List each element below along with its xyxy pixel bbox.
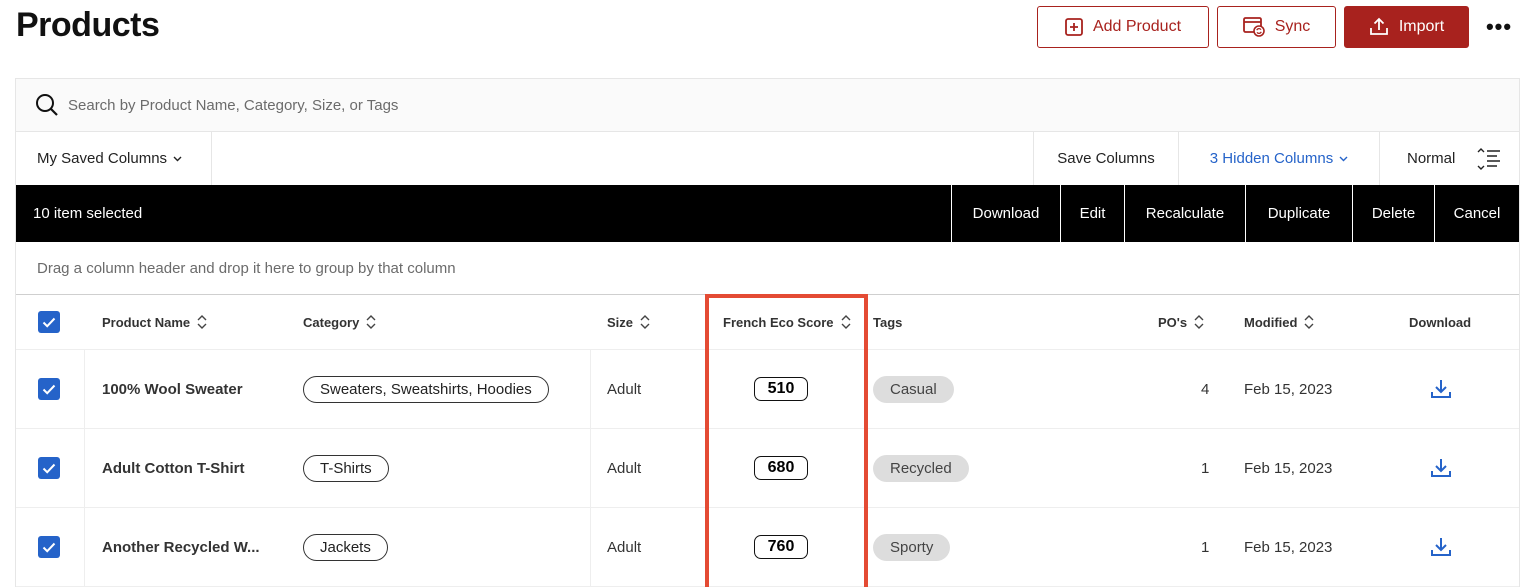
product-name[interactable]: 100% Wool Sweater [102,350,243,428]
header-size[interactable]: Size [607,295,651,349]
eco-score-badge: 680 [754,456,808,480]
checkmark-icon [42,463,56,474]
category-pill: T-Shirts [303,454,389,482]
download-icon[interactable] [1429,535,1453,559]
chevron-down-icon [173,156,182,161]
row-checkbox[interactable] [38,378,60,400]
header-label: Tags [873,314,903,330]
hidden-columns-label: 3 Hidden Columns [1209,150,1334,167]
header-tags[interactable]: Tags [873,295,902,349]
sort-icon [1304,315,1314,329]
sort-icon [197,315,207,329]
header-pos[interactable]: PO's [1158,295,1205,349]
sort-icon [841,315,851,329]
eco-score-badge: 760 [754,535,808,559]
selected-count: 10 item selected [33,205,143,222]
more-options-icon[interactable]: ••• [1484,14,1514,40]
eco-score-badge: 510 [754,377,808,401]
header-label: Modified [1244,314,1298,330]
header-label: PO's [1158,314,1188,330]
sort-icon [1194,315,1204,329]
column-toolbar: My Saved Columns Save Columns 3 Hidden C… [16,132,1519,185]
header-label: French Eco Score [723,314,834,330]
import-button[interactable]: Import [1344,6,1469,48]
select-all-cell [38,295,60,349]
chevron-down-icon [1339,156,1348,161]
group-by-dropzone[interactable]: Drag a column header and drop it here to… [16,242,1519,295]
density-dropdown[interactable]: Normal [1379,132,1521,185]
pos-count: 1 [1201,538,1210,556]
selection-action-bar: 10 item selected Download Edit Recalcula… [16,185,1519,242]
add-product-label: Add Product [1092,18,1182,35]
row-checkbox[interactable] [38,457,60,479]
modified-date: Feb 15, 2023 [1244,538,1333,556]
header-label: Download [1409,314,1472,330]
header-french-eco-score[interactable]: French Eco Score [723,295,852,349]
sort-icon [640,315,650,329]
product-name[interactable]: Another Recycled W... [102,508,260,586]
header-label: Product Name [102,314,191,330]
download-icon[interactable] [1429,456,1453,480]
sync-label: Sync [1274,18,1311,35]
duplicate-selected-button[interactable]: Duplicate [1245,185,1352,242]
modified-date: Feb 15, 2023 [1244,380,1333,398]
header-modified[interactable]: Modified [1244,295,1315,349]
size-value: Adult [607,538,642,556]
category-pill: Sweaters, Sweatshirts, Hoodies [303,375,549,403]
sync-icon [1242,17,1265,37]
checkmark-icon [42,542,56,553]
table-header-row: Product Name Category Size French Eco Sc… [16,295,1519,350]
saved-columns-label: My Saved Columns [37,150,168,167]
save-columns-button[interactable]: Save Columns [1033,132,1178,185]
density-list-icon [1477,147,1501,170]
size-value: Adult [607,380,642,398]
tag-pill: Sporty [873,533,951,561]
cancel-selection-button[interactable]: Cancel [1434,185,1519,242]
saved-columns-dropdown[interactable]: My Saved Columns [16,132,212,185]
tag-pill: Recycled [873,454,969,482]
search-icon [36,94,58,116]
table-row[interactable]: Adult Cotton T-Shirt T-Shirts Adult 680 … [16,429,1519,508]
header-label: Category [303,314,360,330]
products-panel: My Saved Columns Save Columns 3 Hidden C… [15,78,1520,587]
product-name[interactable]: Adult Cotton T-Shirt [102,429,244,507]
table-row[interactable]: Another Recycled W... Jackets Adult 760 … [16,508,1519,587]
download-selected-button[interactable]: Download [951,185,1060,242]
header-product-name[interactable]: Product Name [102,295,208,349]
add-product-button[interactable]: Add Product [1037,6,1209,48]
sync-button[interactable]: Sync [1217,6,1336,48]
delete-selected-button[interactable]: Delete [1352,185,1434,242]
search-input[interactable] [68,96,968,114]
recalculate-selected-button[interactable]: Recalculate [1124,185,1245,242]
search-bar [16,79,1519,132]
download-icon[interactable] [1429,377,1453,401]
header-download: Download [1409,295,1471,349]
modified-date: Feb 15, 2023 [1244,459,1333,477]
size-value: Adult [607,459,642,477]
header-label: Size [607,314,634,330]
plus-square-icon [1065,18,1083,36]
table-row[interactable]: 100% Wool Sweater Sweaters, Sweatshirts,… [16,350,1519,429]
category-pill: Jackets [303,533,388,561]
header-category[interactable]: Category [303,295,377,349]
row-checkbox[interactable] [38,536,60,558]
edit-selected-button[interactable]: Edit [1060,185,1124,242]
density-label: Normal [1407,150,1456,167]
upload-icon [1369,17,1388,35]
pos-count: 4 [1201,380,1210,398]
hidden-columns-dropdown[interactable]: 3 Hidden Columns [1178,132,1379,185]
sort-icon [366,315,376,329]
page-title: Products [16,6,160,44]
pos-count: 1 [1201,459,1210,477]
checkmark-icon [42,384,56,395]
select-all-checkbox[interactable] [38,311,60,333]
import-label: Import [1398,18,1445,35]
tag-pill: Casual [873,375,954,403]
checkmark-icon [42,317,56,328]
